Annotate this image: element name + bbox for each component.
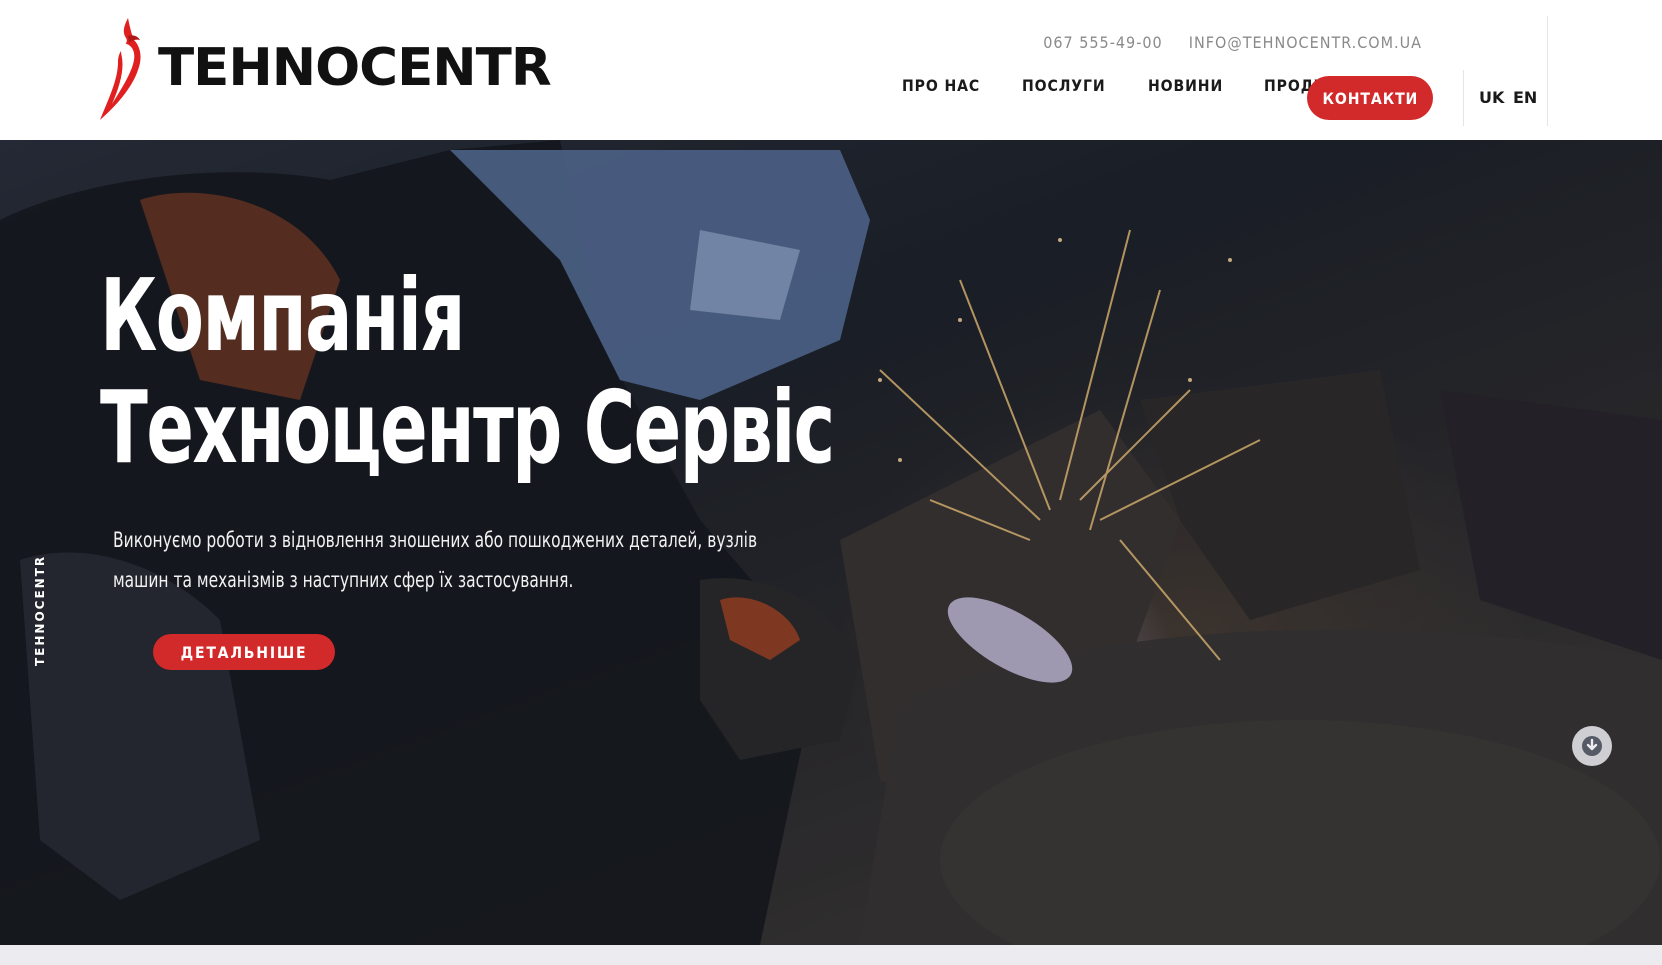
- lang-uk-link[interactable]: UK: [1479, 88, 1504, 107]
- lang-en-link[interactable]: EN: [1513, 88, 1537, 107]
- hero-title-line1: Компанія: [100, 257, 465, 374]
- logo[interactable]: TEHNOCENTR: [98, 14, 552, 122]
- contacts-button[interactable]: КОНТАКТИ: [1307, 76, 1433, 120]
- next-section-edge: [0, 945, 1662, 965]
- phone-link[interactable]: 067 555-49-00: [1043, 33, 1163, 52]
- nav-item-news[interactable]: НОВИНИ: [1148, 76, 1223, 95]
- nav-item-services[interactable]: ПОСЛУГИ: [1022, 76, 1106, 95]
- divider: [1547, 16, 1548, 126]
- hero-title-line2: Техноцентр Сервіс: [100, 369, 835, 486]
- details-button[interactable]: ДЕТАЛЬНІШЕ: [153, 634, 335, 670]
- email-link[interactable]: INFO@TEHNOCENTR.COM.UA: [1189, 33, 1422, 52]
- hero-subtitle: Виконуємо роботи з відновлення зношених …: [113, 528, 758, 592]
- logo-text: TEHNOCENTR: [158, 38, 552, 98]
- hero-section: TEHNOCENTR Компанія Техноцентр Сервіс Ви…: [0, 140, 1662, 945]
- chili-flame-icon: [100, 18, 141, 120]
- nav-item-about[interactable]: ПРО НАС: [902, 76, 980, 95]
- scroll-down-button[interactable]: [1572, 726, 1612, 766]
- side-brand-tag: TEHNOCENTR: [33, 554, 47, 666]
- details-button-label: ДЕТАЛЬНІШЕ: [180, 642, 308, 662]
- contacts-button-label: КОНТАКТИ: [1322, 88, 1418, 108]
- contact-line: 067 555-49-00 INFO@TEHNOCENTR.COM.UA: [1043, 33, 1422, 52]
- divider: [1463, 70, 1464, 126]
- hero-title: Компанія Техноцентр Сервіс: [100, 257, 835, 486]
- site-header: TEHNOCENTR 067 555-49-00 INFO@TEHNOCENTR…: [0, 0, 1662, 140]
- arrow-down-circle-icon: [1582, 736, 1602, 756]
